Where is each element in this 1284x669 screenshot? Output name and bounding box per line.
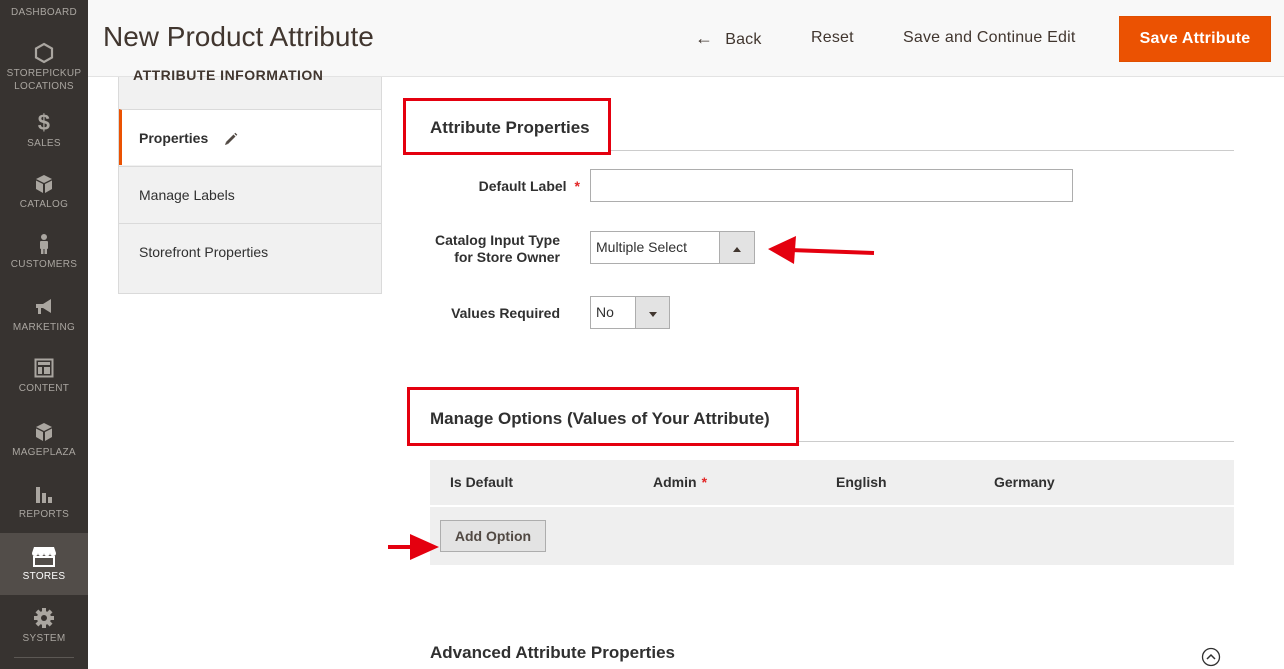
manage-options-title: Manage Options (Values of Your Attribute… xyxy=(430,409,770,428)
attribute-properties-title: Attribute Properties xyxy=(430,118,590,137)
admin-sidebar: Dashboard Storepickup Locations $ Sales … xyxy=(0,0,88,669)
values-required-label: Values Required xyxy=(451,305,560,321)
box-icon xyxy=(36,175,52,193)
input-type-label: Catalog Input Type for Store Owner xyxy=(380,232,560,266)
annotation-arrow-left-icon xyxy=(768,236,875,264)
advanced-properties-title[interactable]: Advanced Attribute Properties xyxy=(430,643,675,663)
input-type-select[interactable]: Multiple Select xyxy=(590,231,755,264)
values-required-select[interactable]: No xyxy=(590,296,670,329)
required-star: * xyxy=(701,474,708,490)
tab-label: Storefront Properties xyxy=(139,244,269,260)
nav-item-sales[interactable]: $ Sales xyxy=(0,112,88,152)
nav-item-reports[interactable]: Reports xyxy=(0,483,88,523)
nav-item-mageplaza[interactable]: Mageplaza xyxy=(0,421,88,461)
section-divider xyxy=(799,441,1234,442)
nav-item-label: Marketing xyxy=(12,322,76,333)
column-english: English xyxy=(836,474,887,490)
required-star: * xyxy=(574,178,580,194)
nav-item-label: Stores xyxy=(22,571,66,582)
values-required-value: No xyxy=(596,304,614,320)
column-admin: Admin * xyxy=(653,460,707,505)
annotation-arrow-right-icon xyxy=(388,534,439,560)
select-toggle[interactable] xyxy=(635,297,669,328)
page-title: New Product Attribute xyxy=(103,21,374,52)
nav-item-label: Customers xyxy=(10,259,78,270)
input-type-value: Multiple Select xyxy=(596,239,688,255)
nav-item-content[interactable]: Content xyxy=(0,357,88,397)
default-label-input[interactable] xyxy=(590,169,1073,202)
megaphone-icon xyxy=(36,299,51,314)
nav-divider xyxy=(14,657,74,658)
tab-label: Properties xyxy=(139,130,209,146)
nav-item-stores[interactable]: Stores xyxy=(0,533,88,595)
dollar-icon: $ xyxy=(37,110,51,135)
tab-label: Manage Labels xyxy=(139,187,235,203)
page-header: New Product Attribute ← Back Reset Save a… xyxy=(88,0,1284,77)
nav-item-label: Reports xyxy=(18,509,70,520)
store-icon xyxy=(32,547,56,567)
add-option-button[interactable]: Add Option xyxy=(440,520,546,552)
default-label-label: Default Label * xyxy=(400,178,580,195)
tab-manage-labels[interactable]: Manage Labels xyxy=(119,166,381,222)
collapse-circle-icon[interactable] xyxy=(1201,647,1221,667)
select-toggle[interactable] xyxy=(719,232,754,263)
section-divider xyxy=(611,150,1234,151)
save-attribute-button[interactable]: Save Attribute xyxy=(1119,16,1271,62)
caret-up-icon xyxy=(733,247,741,252)
nav-item-label: Catalog xyxy=(19,199,69,210)
bar-chart-icon xyxy=(36,487,52,503)
column-admin-label: Admin xyxy=(653,474,697,490)
back-button-label: Back xyxy=(725,31,762,48)
save-and-continue-button[interactable]: Save and Continue Edit xyxy=(903,26,1076,50)
input-type-label-line2: for Store Owner xyxy=(454,249,560,265)
nav-item-label: Storepickup Locations xyxy=(6,68,82,92)
nav-item-label: Sales xyxy=(27,138,61,149)
nav-item-label: Dashboard xyxy=(10,7,78,18)
nav-item-catalog[interactable]: Catalog xyxy=(0,173,88,213)
person-icon xyxy=(40,234,48,254)
arrow-left-icon: ← xyxy=(695,28,714,48)
nav-item-label: Mageplaza xyxy=(12,447,76,458)
nav-item-customers[interactable]: Customers xyxy=(0,233,88,273)
nav-item-system[interactable]: System xyxy=(0,607,88,647)
input-type-label-line1: Catalog Input Type xyxy=(435,232,560,248)
column-germany: Germany xyxy=(994,474,1055,490)
gear-icon xyxy=(34,608,54,628)
back-button[interactable]: ← Back xyxy=(695,26,762,52)
pencil-icon xyxy=(225,132,238,146)
reset-button[interactable]: Reset xyxy=(811,26,854,50)
tabs-heading: Attribute Information xyxy=(133,67,324,81)
column-is-default: Is Default xyxy=(450,474,514,490)
nav-item-marketing[interactable]: Marketing xyxy=(0,296,88,336)
box-icon xyxy=(36,423,52,441)
nav-item-label: System xyxy=(22,633,66,644)
options-table-body: Add Option xyxy=(430,507,1234,565)
caret-down-icon xyxy=(648,312,657,317)
nav-item-dashboard[interactable]: Dashboard xyxy=(0,0,88,20)
attribute-tabs-panel: Attribute Information Properties Manage … xyxy=(118,67,382,294)
tab-properties[interactable]: Properties xyxy=(119,109,381,165)
options-table-header: Is Default Admin * English Germany xyxy=(430,460,1234,505)
default-label-text: Default Label xyxy=(478,178,567,194)
nav-item-label: Content xyxy=(18,383,70,394)
nav-item-storepickup-locations[interactable]: Storepickup Locations xyxy=(0,42,88,96)
layout-icon xyxy=(34,358,54,378)
hexagon-icon xyxy=(34,42,54,64)
tab-storefront-properties[interactable]: Storefront Properties xyxy=(119,223,381,279)
